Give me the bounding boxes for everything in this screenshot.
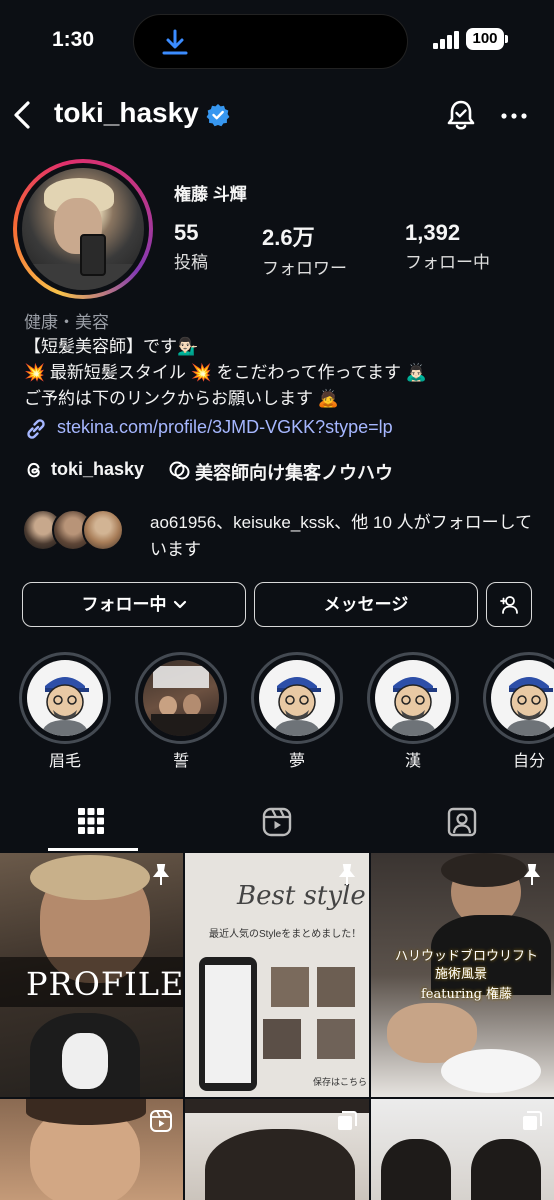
profile-header: toki_hasky xyxy=(0,88,554,144)
active-tab-indicator xyxy=(48,848,138,851)
add-person-icon xyxy=(500,596,518,614)
highlight-item[interactable]: 自分 xyxy=(483,652,554,770)
guide-label: 美容師向け集客ノウハウ xyxy=(195,463,393,483)
post-footer: 保存はこちら→ xyxy=(313,1077,369,1087)
header-username: toki_hasky xyxy=(54,97,199,128)
post-thumbnail[interactable]: Best style 最近人気のStyleをまとめました！ 保存はこちら→ xyxy=(185,853,369,1097)
stat-followers-label: フォロワー xyxy=(262,259,347,278)
cartoon-avatar-icon xyxy=(273,677,321,736)
post-overlay-text: ハリウッドブロウリフト xyxy=(395,949,539,964)
mutual-followers[interactable]: ao61956、keisuke_kssk、他 10 人がフォローしています xyxy=(22,507,542,559)
suggested-people-button[interactable] xyxy=(486,582,532,627)
dynamic-island xyxy=(133,14,408,69)
profile-avatar xyxy=(22,168,144,290)
stat-posts-label: 投稿 xyxy=(174,253,208,272)
bio-line: ご予約は下のリンクからお願いします 🙇 xyxy=(24,389,339,408)
following-button[interactable]: フォロー中 xyxy=(22,582,246,627)
guide-icon xyxy=(169,461,190,480)
profile-full-name: 権藤 斗輝 xyxy=(174,185,247,204)
post-thumbnail[interactable] xyxy=(185,1099,369,1200)
highlight-cover xyxy=(143,660,219,736)
highlight-label: 眉毛 xyxy=(48,753,81,770)
notification-bell-icon[interactable] xyxy=(444,98,478,132)
message-button[interactable]: メッセージ xyxy=(254,582,478,627)
highlight-cover xyxy=(375,660,451,736)
pin-icon xyxy=(523,864,541,885)
post-overlay-text: 施術風景 xyxy=(435,967,488,982)
back-arrow-icon[interactable] xyxy=(8,98,38,132)
status-bar: 1:30 100 xyxy=(0,0,554,82)
tab-posts-grid[interactable] xyxy=(0,790,184,852)
profile-category: 健康・美容 xyxy=(24,313,109,332)
download-icon xyxy=(162,29,188,55)
pin-icon xyxy=(338,864,356,885)
chevron-down-icon xyxy=(173,600,186,609)
post-thumbnail[interactable] xyxy=(371,1099,554,1200)
post-thumbnail[interactable] xyxy=(0,1099,183,1200)
cartoon-avatar-icon xyxy=(505,677,553,736)
post-overlay-text: featuring 権藤 xyxy=(421,987,513,1002)
stat-followers-value: 2.6万 xyxy=(262,225,315,250)
post-thumbnail[interactable]: ハリウッドブロウリフト 施術風景 featuring 権藤 xyxy=(371,853,554,1097)
stat-posts-value: 55 xyxy=(174,220,199,245)
highlight-item[interactable]: 誓 xyxy=(135,652,227,770)
stat-followers[interactable]: 2.6万 フォロワー xyxy=(262,220,347,279)
highlight-label: 誓 xyxy=(172,753,189,770)
reels-icon xyxy=(262,807,292,837)
stat-following-label: フォロー中 xyxy=(405,253,490,272)
highlight-label: 夢 xyxy=(288,753,305,770)
mutual-followers-text: ao61956、keisuke_kssk、他 10 人がフォローしています xyxy=(150,513,533,559)
grid-icon xyxy=(78,808,104,834)
cartoon-avatar-icon xyxy=(389,677,437,736)
post-overlay-text: PROFILE xyxy=(26,965,183,1003)
more-options-icon[interactable] xyxy=(500,102,528,130)
profile-avatar-story-ring[interactable] xyxy=(13,159,153,299)
highlight-item[interactable]: 夢 xyxy=(251,652,343,770)
bio-line: 【短髪美容師】です💁🏻‍♂️ xyxy=(24,337,199,356)
highlight-cover xyxy=(27,660,103,736)
reel-icon xyxy=(150,1110,172,1132)
highlight-item[interactable]: 漢 xyxy=(367,652,459,770)
carousel-icon xyxy=(523,1111,542,1130)
stat-posts[interactable]: 55 投稿 xyxy=(174,220,208,273)
cartoon-avatar-icon xyxy=(41,677,89,736)
bio-line: 💥 最新短髪スタイル 💥 をこだわって作ってます 🙇🏻‍♂️ xyxy=(24,363,427,382)
post-thumbnail[interactable]: PROFILE xyxy=(0,853,183,1097)
status-time: 1:30 xyxy=(52,28,95,51)
highlight-label: 自分 xyxy=(512,753,545,770)
message-button-label: メッセージ xyxy=(323,594,409,614)
profile-link-text: stekina.com/profile/3JMD-VGKK?stype=lp xyxy=(57,417,393,437)
carousel-icon xyxy=(338,1111,357,1130)
highlight-label: 漢 xyxy=(404,753,421,770)
highlight-cover xyxy=(491,660,554,736)
stat-following-value: 1,392 xyxy=(405,220,461,245)
tab-reels[interactable] xyxy=(185,790,369,852)
highlight-item[interactable]: 眉毛 xyxy=(19,652,111,770)
threads-handle: toki_hasky xyxy=(51,459,145,479)
pin-icon xyxy=(152,864,170,885)
tagged-person-icon xyxy=(447,807,477,837)
mutual-avatar xyxy=(82,509,124,551)
threads-icon xyxy=(27,462,40,478)
stat-following[interactable]: 1,392 フォロー中 xyxy=(405,220,490,273)
post-subtitle: 最近人気のStyleをまとめました！ xyxy=(209,929,362,940)
tab-tagged[interactable] xyxy=(370,790,554,852)
battery-indicator: 100 xyxy=(466,28,508,50)
highlight-cover xyxy=(259,660,335,736)
cellular-signal-icon xyxy=(433,31,459,49)
link-icon xyxy=(27,419,45,439)
following-button-label: フォロー中 xyxy=(81,594,167,614)
verified-badge-icon xyxy=(206,104,230,127)
